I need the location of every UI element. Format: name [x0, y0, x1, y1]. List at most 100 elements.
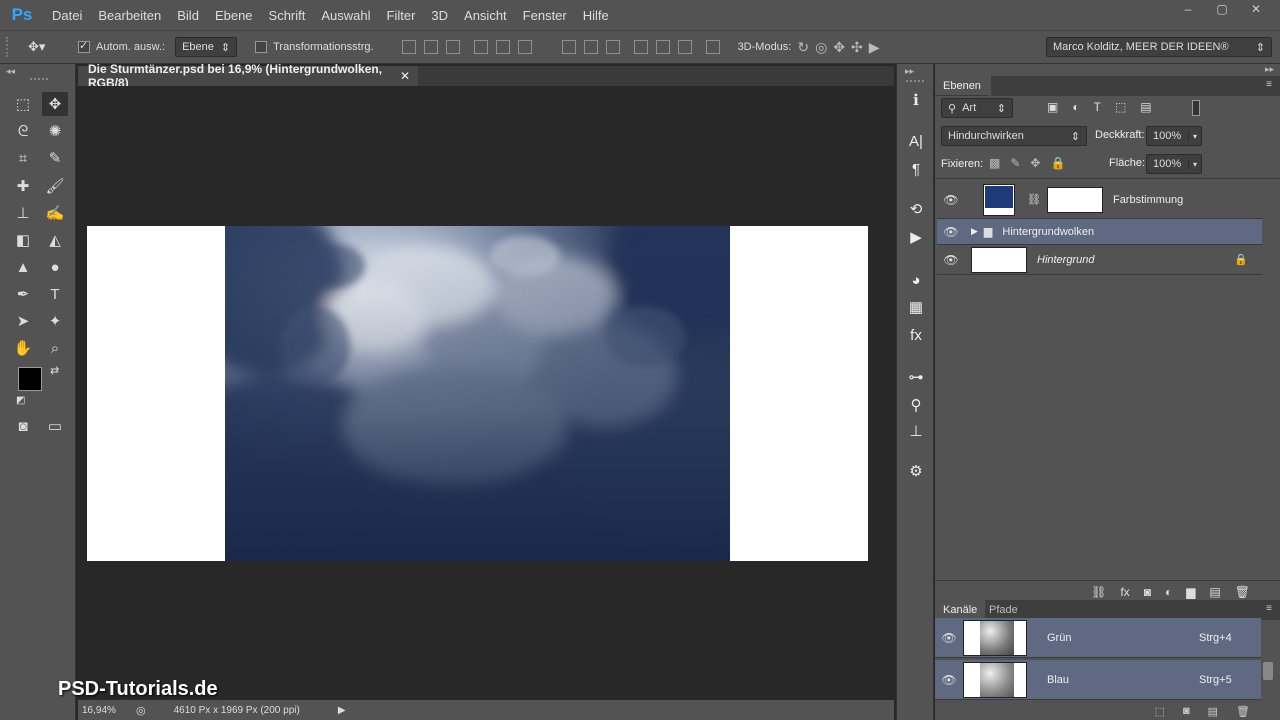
swap-colors-icon[interactable]: ⇄ — [50, 364, 59, 377]
screen-mode-icon[interactable]: ▭ — [42, 414, 68, 438]
pen-tool-icon[interactable]: ✒ — [10, 282, 36, 306]
lasso-tool-icon[interactable]: ᘓ — [10, 119, 36, 143]
healing-brush-tool-icon[interactable]: ✚ — [10, 174, 36, 198]
distribute-left-icon[interactable] — [633, 40, 648, 54]
foreground-color-swatch[interactable] — [18, 367, 42, 391]
align-vcenter-icon[interactable] — [423, 40, 438, 54]
3d-rotate-icon[interactable]: ↻ — [797, 39, 809, 56]
layer-row[interactable]: 👁 ⛓ Farbstimmung — [937, 181, 1262, 219]
menu-auswahl[interactable]: Auswahl — [313, 8, 378, 23]
document-canvas[interactable] — [87, 226, 868, 561]
lock-transparency-icon[interactable]: ▩ — [989, 156, 1000, 170]
visibility-eye-icon[interactable]: 👁 — [937, 253, 965, 267]
history-brush-tool-icon[interactable]: ✍ — [42, 201, 68, 225]
restore-button[interactable]: ▢ — [1210, 2, 1234, 18]
distribute-bottom-icon[interactable] — [605, 40, 620, 54]
visibility-eye-icon[interactable]: 👁 — [937, 225, 965, 239]
filter-pixel-icon[interactable]: ▣ — [1047, 100, 1058, 114]
channels-scrollbar[interactable] — [1263, 662, 1273, 680]
save-selection-icon[interactable]: ◙ — [1183, 705, 1190, 717]
add-mask-icon[interactable]: ◙ — [1144, 585, 1151, 599]
properties-panel-icon[interactable]: ⚙ — [905, 460, 927, 482]
lock-position-icon[interactable]: ✥ — [1030, 156, 1040, 170]
link-chain-icon[interactable]: ⛓ — [1027, 193, 1041, 206]
magic-wand-tool-icon[interactable]: ✺ — [42, 119, 68, 143]
type-tool-icon[interactable]: T — [42, 282, 68, 306]
visibility-eye-icon[interactable]: 👁 — [937, 193, 965, 207]
crop-tool-icon[interactable]: ⌗ — [10, 146, 36, 170]
hand-tool-icon[interactable]: ✋ — [10, 336, 36, 360]
custom-shape-tool-icon[interactable]: ✦ — [42, 309, 68, 333]
status-preview-icon[interactable]: ◎ — [136, 704, 146, 717]
load-selection-icon[interactable]: ⬚ — [1155, 705, 1165, 718]
eraser-tool-icon[interactable]: ◧ — [10, 228, 36, 252]
paragraph-panel-icon[interactable]: ¶ — [905, 158, 927, 180]
tab-kanaele[interactable]: Kanäle — [935, 600, 986, 620]
distribute-hcenter-icon[interactable] — [655, 40, 670, 54]
info-panel-icon[interactable]: ℹ — [905, 89, 927, 111]
brush-presets-icon[interactable]: ⚲ — [905, 394, 927, 416]
actions-panel-icon[interactable]: ▶ — [905, 226, 927, 248]
layer-name[interactable]: Hintergrund — [1037, 254, 1094, 266]
channel-row[interactable]: 👁 Blau Strg+5 — [935, 660, 1261, 700]
align-left-icon[interactable] — [473, 40, 488, 54]
fill-field[interactable]: 100% ▾ — [1146, 154, 1202, 174]
delete-layer-icon[interactable]: 🗑 — [1235, 585, 1250, 599]
auto-select-checkbox[interactable]: Autom. ausw.: — [78, 39, 165, 53]
eyedropper-tool-icon[interactable]: ✎ — [42, 146, 68, 170]
distribute-right-icon[interactable] — [677, 40, 692, 54]
menu-hilfe[interactable]: Hilfe — [575, 8, 617, 23]
distribute-top-icon[interactable] — [561, 40, 576, 54]
3d-pan-icon[interactable]: ✥ — [833, 39, 845, 56]
adjustments-panel-icon[interactable]: ⊶ — [905, 366, 927, 388]
layer-row-selected[interactable]: 👁 ▶ ▆ Hintergrundwolken — [937, 219, 1262, 245]
filter-shape-icon[interactable]: ⬚ — [1115, 100, 1126, 114]
layer-row[interactable]: 👁 Hintergrund 🔒 — [937, 245, 1262, 275]
filter-adjustment-icon[interactable]: ◐ — [1072, 100, 1079, 114]
quick-mask-icon[interactable]: ◙ — [10, 414, 36, 438]
3d-scale-icon[interactable]: ▶ — [869, 39, 880, 56]
menu-ebene[interactable]: Ebene — [207, 8, 261, 23]
menu-3d[interactable]: 3D — [423, 8, 456, 23]
clone-source-icon[interactable]: ⊥ — [905, 420, 927, 442]
zoom-level[interactable]: 16,94% — [82, 705, 132, 716]
menu-fenster[interactable]: Fenster — [515, 8, 575, 23]
expand-arrows-icon[interactable]: ▸▸ — [905, 66, 914, 77]
styles-panel-icon[interactable]: fx — [905, 324, 927, 346]
layer-mask-thumbnail[interactable] — [1046, 186, 1103, 213]
tab-ebenen[interactable]: Ebenen — [935, 76, 989, 96]
collapse-arrows-icon[interactable]: ◂◂ — [6, 66, 15, 77]
menu-filter[interactable]: Filter — [379, 8, 424, 23]
align-right-icon[interactable] — [517, 40, 532, 54]
panel-menu-icon[interactable]: ≡ — [1266, 79, 1272, 90]
new-adjustment-icon[interactable]: ◐ — [1165, 585, 1172, 599]
menu-schrift[interactable]: Schrift — [261, 8, 314, 23]
move-tool-icon[interactable]: ✥ — [42, 92, 68, 116]
brush-tool-icon[interactable]: 🖌 — [42, 174, 68, 198]
fill-dropdown-icon[interactable]: ▾ — [1187, 159, 1201, 169]
3d-roll-icon[interactable]: ◎ — [815, 39, 827, 56]
menu-bild[interactable]: Bild — [169, 8, 207, 23]
move-tool-preset-icon[interactable]: ✥▾ — [28, 39, 68, 55]
distribute-vcenter-icon[interactable] — [583, 40, 598, 54]
dodge-tool-icon[interactable]: ● — [42, 255, 68, 279]
channel-row[interactable]: 👁 Grün Strg+4 — [935, 618, 1261, 658]
swatches-panel-icon[interactable]: ◕ — [905, 269, 927, 291]
visibility-eye-icon[interactable]: 👁 — [935, 673, 963, 687]
minimize-button[interactable]: – — [1176, 2, 1200, 18]
lock-all-icon[interactable]: 🔒 — [1050, 156, 1065, 170]
color-panel-icon[interactable]: ▦ — [905, 296, 927, 318]
delete-channel-icon[interactable]: 🗑 — [1236, 705, 1250, 718]
marquee-tool-icon[interactable]: ⬚ — [10, 92, 36, 116]
close-document-icon[interactable]: ✕ — [400, 69, 410, 83]
link-layers-icon[interactable]: ⛓ — [1091, 585, 1106, 599]
status-menu-arrow-icon[interactable]: ▶ — [338, 705, 346, 716]
zoom-tool-icon[interactable]: ⌕ — [42, 336, 68, 360]
tab-pfade[interactable]: Pfade — [981, 600, 1026, 620]
default-colors-icon[interactable]: ◩ — [16, 395, 25, 406]
document-tab[interactable]: Die Sturmtänzer.psd bei 16,9% (Hintergru… — [78, 62, 418, 90]
align-bottom-icon[interactable] — [445, 40, 460, 54]
expand-group-icon[interactable]: ▶ — [971, 226, 978, 237]
workspace-dropdown[interactable]: Marco Kolditz, MEER DER IDEEN® ⇕ — [1046, 37, 1272, 57]
new-layer-icon[interactable]: ▤ — [1209, 585, 1220, 599]
